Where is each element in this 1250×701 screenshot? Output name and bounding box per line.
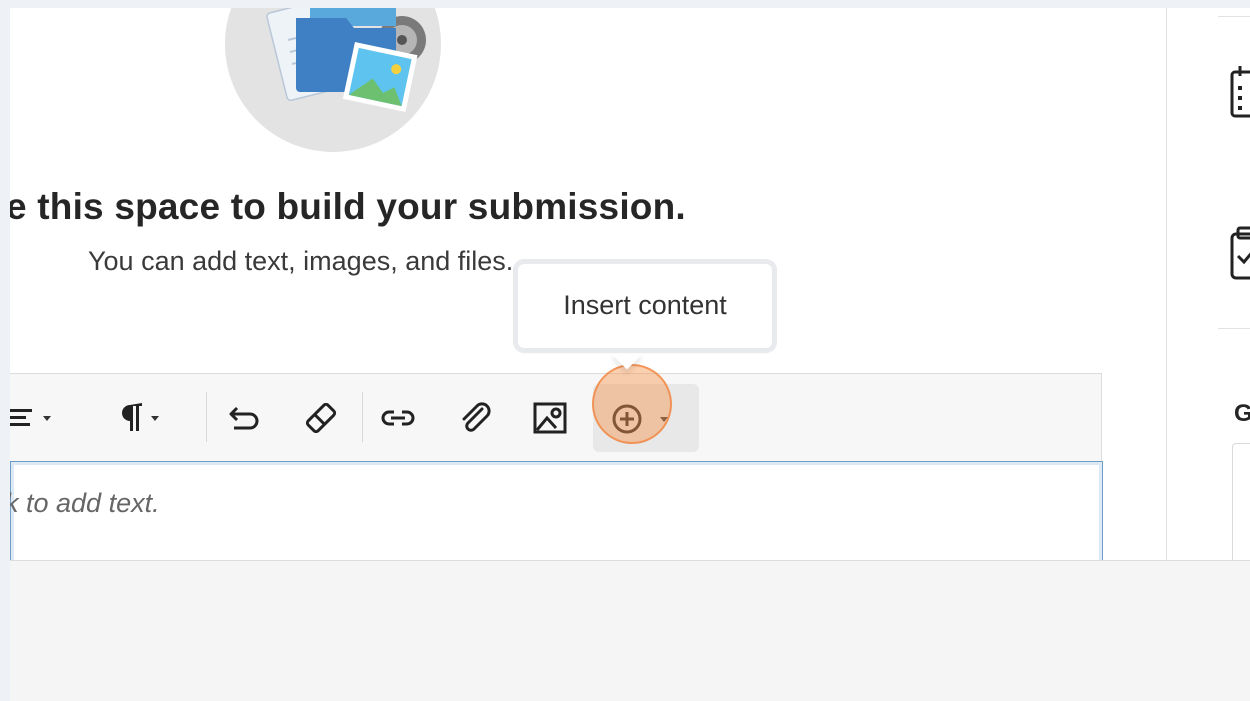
- paragraph-icon: [122, 403, 142, 431]
- clipboard-check-icon[interactable]: [1230, 226, 1250, 280]
- link-icon: [381, 410, 415, 426]
- clear-formatting-button[interactable]: [304, 392, 338, 444]
- editor-toolbar: [10, 373, 1102, 462]
- right-panel-rule: [1218, 328, 1250, 329]
- empty-state-subtext: You can add text, images, and files.: [88, 246, 514, 276]
- attach-file-button[interactable]: [458, 392, 492, 444]
- tooltip-text: Insert content: [563, 290, 727, 320]
- right-panel-divider: [1166, 8, 1167, 560]
- undo-button[interactable]: [228, 392, 262, 444]
- image-icon: [533, 402, 567, 434]
- insert-link-button[interactable]: [380, 392, 416, 444]
- insert-content-tooltip: Insert content: [518, 264, 772, 348]
- editor-placeholder: k to add text.: [10, 488, 160, 518]
- paragraph-menu-button[interactable]: [120, 392, 159, 444]
- insert-image-button[interactable]: [532, 392, 568, 444]
- right-panel-field[interactable]: [1232, 443, 1250, 560]
- bottom-panel: [10, 560, 1250, 701]
- paperclip-icon: [462, 402, 491, 432]
- click-highlight: [592, 364, 672, 444]
- chevron-down-icon: [151, 415, 159, 421]
- toolbar-divider: [206, 392, 207, 442]
- toolbar-divider: [362, 392, 363, 442]
- folder-illustration-icon: [266, 8, 426, 113]
- chevron-down-icon: [43, 415, 51, 421]
- empty-state-heading: e this space to build your submission.: [10, 186, 686, 227]
- submission-frame: e this space to build your submission. Y…: [10, 8, 1250, 560]
- align-left-icon: [10, 409, 32, 426]
- right-panel-rule: [1218, 16, 1250, 17]
- align-menu-button[interactable]: [10, 392, 51, 444]
- text-editor[interactable]: k to add text.: [10, 461, 1103, 560]
- eraser-icon: [305, 403, 337, 433]
- undo-icon: [229, 406, 259, 430]
- right-panel-section-heading: G: [1234, 400, 1250, 427]
- calendar-icon[interactable]: [1230, 64, 1250, 118]
